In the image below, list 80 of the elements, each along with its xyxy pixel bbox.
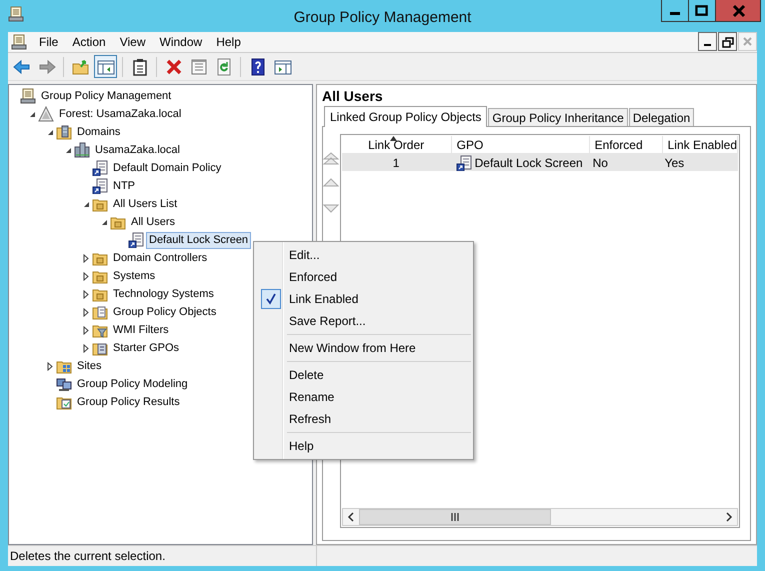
table-cell: No [592,156,608,170]
collapsed-arrow-icon[interactable] [46,362,54,370]
table-cell: Default Lock Screen [474,156,583,170]
collapsed-arrow-icon[interactable] [82,254,90,262]
tree-item[interactable]: Default Lock Screen [146,232,252,248]
column-header[interactable]: GPO [452,136,590,153]
folder-icon [92,304,108,320]
collapsed-arrow-icon[interactable] [82,272,90,280]
menu-item[interactable]: Save Report... [256,310,471,332]
menu-item[interactable]: Help [209,35,248,49]
minimize-button[interactable] [698,32,717,51]
tree-item[interactable]: Group Policy Objects [110,304,220,320]
tree-item[interactable]: WMI Filters [110,322,172,338]
menu-item[interactable]: File [32,35,66,49]
tree-item[interactable]: Systems [110,268,158,284]
scroll-thumb[interactable] [358,509,551,525]
table-cell: 1 [392,156,400,170]
servers-icon [74,142,90,158]
menu-item[interactable]: New Window from Here [256,337,471,359]
collapsed-arrow-icon[interactable] [82,326,90,334]
table-row[interactable]: 1 Default Lock Screen No Yes [342,154,738,171]
scroll-icon [8,6,24,22]
column-header[interactable]: Enforced [590,136,663,153]
policy-link-icon [92,160,108,176]
computers-icon [56,376,72,392]
collapsed-arrow-icon[interactable] [82,308,90,316]
tree-item[interactable]: All Users List [110,196,180,212]
minimize-button[interactable] [661,0,689,22]
server-folder-icon [56,124,72,140]
tree-item[interactable]: Domains [74,124,124,140]
collapsed-arrow-icon[interactable] [82,290,90,298]
policy-link-icon [92,178,108,194]
close-button[interactable] [715,0,761,22]
column-header[interactable]: Link Enabled [662,136,738,153]
menu-item[interactable]: Rename [256,386,471,408]
expanded-arrow-icon[interactable] [100,218,108,226]
tab[interactable]: Group Policy Inheritance [488,108,628,126]
expanded-arrow-icon[interactable] [46,128,54,136]
menu-item[interactable]: Refresh [256,408,471,430]
tree-item[interactable]: UsamaZaka.local [92,142,183,158]
expanded-arrow-icon[interactable] [64,146,72,154]
menu-item[interactable]: Link Enabled [256,288,471,310]
menu-item[interactable]: Window [152,35,210,49]
menu-item[interactable]: Action [65,35,113,49]
expanded-arrow-icon[interactable] [82,200,90,208]
tree-item[interactable]: Default Domain Policy [110,160,224,176]
console-tree-button[interactable] [94,55,117,78]
menu-item[interactable]: Help [256,435,471,457]
tree-item[interactable]: Group Policy Management [38,88,174,104]
table-cell: Yes [664,156,684,170]
pane-heading: All Users [322,88,384,106]
collapsed-arrow-icon[interactable] [82,344,90,352]
minimize-icon [704,44,711,46]
restore-button[interactable] [718,32,737,51]
column-header[interactable]: Link Order [342,136,452,153]
window-title: Group Policy Management [294,8,472,26]
scroll-icon [11,34,27,50]
tab[interactable]: Delegation [628,108,694,126]
policy-link-icon [456,154,472,170]
tab[interactable]: Linked Group Policy Objects [324,106,488,127]
expanded-arrow-icon[interactable] [28,110,36,118]
menu-item[interactable]: View [112,35,152,49]
tree-item[interactable]: Domain Controllers [110,250,210,266]
horizontal-scrollbar[interactable] [342,508,738,526]
tree-item[interactable]: Sites [74,358,104,374]
menu-item[interactable]: Edit... [256,244,471,266]
tree-item[interactable]: Technology Systems [110,286,217,302]
tree-item[interactable]: NTP [110,178,138,194]
tree-item[interactable]: Group Policy Modeling [74,376,191,392]
status-text: Deletes the current selection. [10,549,166,563]
menu-item[interactable]: Enforced [256,266,471,288]
policy-link-icon [128,232,144,248]
tree-item[interactable]: All Users [128,214,178,230]
tree-item[interactable]: Forest: UsamaZaka.local [56,106,184,122]
menu-item[interactable]: Delete [256,364,471,386]
minimize-icon [670,12,680,15]
tree-item[interactable]: Starter GPOs [110,340,182,356]
scroll-icon [20,88,36,104]
triangle-icon [38,106,54,122]
tree-item[interactable]: Group Policy Results [74,394,183,410]
